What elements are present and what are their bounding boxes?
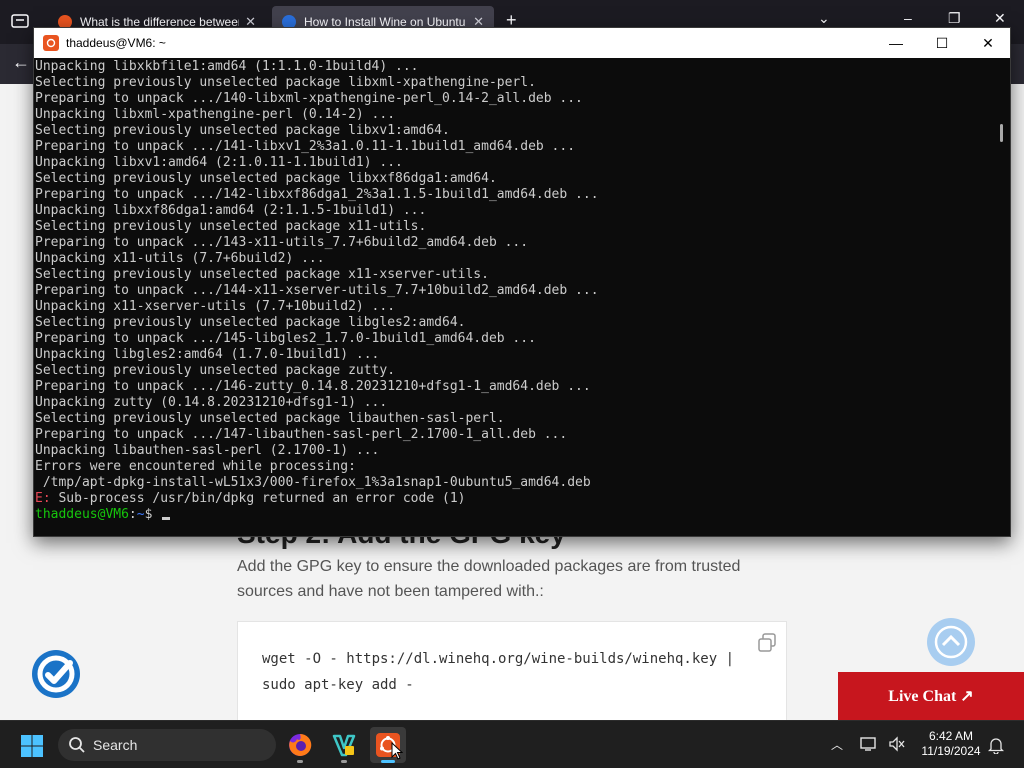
running-indicator [297,760,303,763]
terminal-output-line: Unpacking libauthen-sasl-perl (2.1700-1)… [35,443,380,458]
terminal-output-line: Unpacking libxml-xpathengine-perl (0.14-… [35,107,396,122]
chevron-down-icon[interactable]: ⌄ [818,10,830,27]
active-indicator [381,760,395,763]
mouse-pointer-icon [391,742,403,760]
terminal-output-line: Unpacking libxkbfile1:amd64 (1:1.1.0-1bu… [35,59,419,74]
terminal-output-line: Unpacking libxxf86dga1:amd64 (2:1.1.5-1b… [35,203,427,218]
taskbar: Search ︿ 6:42 AM 11/19/2024 [0,720,1024,768]
search-icon [69,737,85,753]
terminal-output-line: Preparing to unpack .../146-zutty_0.14.8… [35,379,591,394]
terminal-output-line: Unpacking zutty (0.14.8.20231210+dfsg1-1… [35,395,388,410]
terminal-title-bar[interactable]: thaddeus@VM6: ~ — ☐ ✕ [34,28,1010,58]
terminal-output-line: Preparing to unpack .../143-x11-utils_7.… [35,235,529,250]
vscode-taskbar-button[interactable] [326,727,362,763]
clock-time: 6:42 AM [928,729,974,743]
code-block: wget -O - https://dl.winehq.org/wine-bui… [237,621,787,731]
text-cursor [162,517,171,520]
browser-close-button[interactable]: ✕ [994,10,1006,27]
browser-restore-button[interactable]: ❐ [948,10,961,27]
tab-list-icon[interactable] [10,12,30,30]
windows-start-icon[interactable] [20,734,44,758]
terminal-output-line: Selecting previously unselected package … [35,123,450,138]
terminal-output[interactable]: Unpacking libxkbfile1:amd64 (1:1.1.0-1bu… [34,58,994,536]
terminal-error-line: E: Sub-process /usr/bin/dpkg returned an… [35,491,994,507]
terminal-close-button[interactable]: ✕ [978,33,998,53]
terminal-output-line: /tmp/apt-dpkg-install-wL51x3/000-firefox… [35,475,591,490]
terminal-output-line: Unpacking libxv1:amd64 (2:1.0.11-1.1buil… [35,155,403,170]
live-chat-button[interactable]: Live Chat ↗ [838,672,1024,720]
terminal-minimize-button[interactable]: — [886,33,906,53]
back-arrow-icon[interactable]: ← [12,52,30,73]
terminal-output-line: Preparing to unpack .../141-libxv1_2%3a1… [35,139,576,154]
terminal-output-line: Preparing to unpack .../147-libauthen-sa… [35,427,568,442]
terminal-title: thaddeus@VM6: ~ [66,36,166,50]
terminal-output-line: Unpacking x11-xserver-utils (7.7+10build… [35,299,396,314]
terminal-output-line: Unpacking x11-utils (7.7+6build2) ... [35,251,325,266]
terminal-output-line: Selecting previously unselected package … [35,219,427,234]
ubuntu-icon [43,35,59,51]
terminal-output-line: Unpacking libgles2:amd64 (1.7.0-1build1)… [35,347,380,362]
error-prefix: E: [35,491,51,506]
terminal-output-line: Selecting previously unselected package … [35,363,396,378]
chevron-up-icon [934,625,968,659]
running-indicator [341,760,347,763]
terminal-output-line: Preparing to unpack .../144-x11-xserver-… [35,283,599,298]
network-icon[interactable] [860,736,878,752]
terminal-output-line: Errors were encountered while processing… [35,459,356,474]
terminal-output-line: Preparing to unpack .../140-libxml-xpath… [35,91,583,106]
site-logo-icon[interactable] [30,648,82,700]
terminal-output-line: Preparing to unpack .../142-libxxf86dga1… [35,187,599,202]
code-snippet: wget -O - https://dl.winehq.org/wine-bui… [262,651,735,693]
terminal-output-line: Preparing to unpack .../145-libgles2_1.7… [35,331,536,346]
terminal-window[interactable]: thaddeus@VM6: ~ — ☐ ✕ Unpacking libxkbfi… [33,27,1011,537]
clock-date: 11/19/2024 [921,744,981,758]
article-paragraph: Add the GPG key to ensure the downloaded… [237,558,741,600]
search-label: Search [93,737,138,753]
terminal-output-line: Selecting previously unselected package … [35,75,536,90]
clock[interactable]: 6:42 AM 11/19/2024 [918,729,984,759]
prompt-user: thaddeus@VM6 [35,507,129,522]
firefox-taskbar-button[interactable] [282,727,318,763]
browser-minimize-button[interactable]: – [904,10,912,26]
error-message: Sub-process /usr/bin/dpkg returned an er… [50,491,466,506]
scroll-to-top-button[interactable] [927,618,975,666]
prompt-path: ~ [136,507,145,522]
notification-bell-icon[interactable] [988,736,1004,754]
volume-muted-icon[interactable] [888,736,906,752]
terminal-prompt-line[interactable]: thaddeus@VM6:~$ [35,507,994,523]
terminal-output-line: Selecting previously unselected package … [35,411,505,426]
taskbar-search-box[interactable]: Search [58,729,276,761]
show-hidden-icons-chevron-icon[interactable]: ︿ [831,736,843,753]
prompt-symbol: $ [144,507,153,522]
terminal-output-line: Selecting previously unselected package … [35,315,466,330]
terminal-output-line: Selecting previously unselected package … [35,171,497,186]
firefox-icon [289,733,312,756]
vscode-icon [332,734,356,757]
terminal-maximize-button[interactable]: ☐ [932,33,952,53]
terminal-output-line: Selecting previously unselected package … [35,267,489,282]
terminal-scrollbar[interactable] [1000,124,1003,142]
prompt-separator: : [128,507,137,522]
